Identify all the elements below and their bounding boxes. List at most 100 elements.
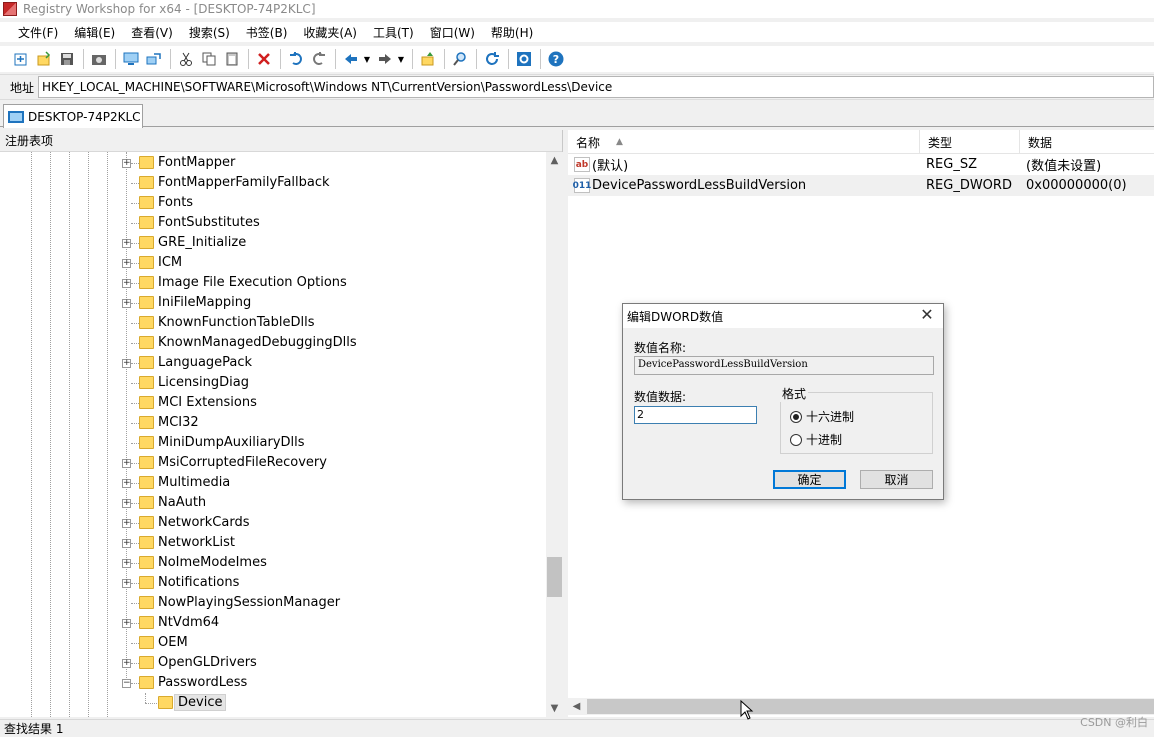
import-icon[interactable]	[33, 48, 55, 70]
expand-icon[interactable]: +	[122, 559, 131, 568]
radio-decimal[interactable]: 十进制	[790, 431, 842, 448]
connect-icon[interactable]	[143, 48, 165, 70]
back-dropdown-icon[interactable]: ▼	[363, 48, 371, 70]
expand-icon[interactable]: +	[122, 519, 131, 528]
cancel-button[interactable]: 取消	[860, 470, 933, 489]
tree-item[interactable]: MiniDumpAuxiliaryDlls	[0, 433, 546, 453]
menu-tools[interactable]: 工具(T)	[365, 24, 422, 41]
delete-icon[interactable]	[253, 48, 275, 70]
paste-icon[interactable]	[221, 48, 243, 70]
scroll-up-icon[interactable]: ▲	[546, 152, 563, 169]
ok-button[interactable]: 确定	[773, 470, 846, 489]
list-item[interactable]: ab (默认) REG_SZ (数值未设置)	[568, 154, 1154, 175]
tree-item[interactable]: KnownManagedDebuggingDlls	[0, 333, 546, 353]
find-icon[interactable]	[449, 48, 471, 70]
tree-item[interactable]: + IniFileMapping	[0, 293, 546, 313]
refresh-icon[interactable]	[481, 48, 503, 70]
list-horizontal-scrollbar[interactable]: ◀	[568, 698, 1154, 715]
tree-connector	[145, 703, 157, 704]
menu-help[interactable]: 帮助(H)	[483, 24, 541, 41]
menu-window[interactable]: 窗口(W)	[422, 24, 483, 41]
tree-item[interactable]: + NtVdm64	[0, 613, 546, 633]
tree-item-label: MCI Extensions	[158, 395, 257, 410]
collapse-icon[interactable]: −	[122, 679, 131, 688]
tree-item[interactable]: + FontMapper	[0, 153, 546, 173]
expand-icon[interactable]: +	[122, 539, 131, 548]
computer-icon[interactable]	[120, 48, 142, 70]
tree-item[interactable]: + NetworkCards	[0, 513, 546, 533]
scroll-down-icon[interactable]: ▼	[546, 700, 563, 717]
tree-item[interactable]: + NetworkList	[0, 533, 546, 553]
radio-hexadecimal[interactable]: 十六进制	[790, 408, 854, 425]
menu-bookmarks[interactable]: 书签(B)	[238, 24, 296, 41]
folder-icon	[139, 256, 154, 269]
expand-icon[interactable]: +	[122, 579, 131, 588]
tree-item[interactable]: + GRE_Initialize	[0, 233, 546, 253]
tree-item[interactable]: NowPlayingSessionManager	[0, 593, 546, 613]
expand-icon[interactable]: +	[122, 619, 131, 628]
tree-vertical-scrollbar[interactable]: ▲ ▼	[546, 152, 563, 717]
tree-item[interactable]: + ICM	[0, 253, 546, 273]
tree-item[interactable]: MCI Extensions	[0, 393, 546, 413]
list-scroll-thumb[interactable]	[587, 699, 1154, 714]
cut-icon[interactable]	[175, 48, 197, 70]
copy-icon[interactable]	[198, 48, 220, 70]
save-icon[interactable]	[56, 48, 78, 70]
menu-favorites[interactable]: 收藏夹(A)	[295, 24, 365, 41]
value-data-input[interactable]: 2	[634, 406, 757, 424]
address-input[interactable]: HKEY_LOCAL_MACHINE\SOFTWARE\Microsoft\Wi…	[38, 76, 1154, 98]
scroll-left-icon[interactable]: ◀	[568, 698, 585, 715]
tree-header: 注册表项	[0, 130, 562, 152]
tree-item[interactable]: + MsiCorruptedFileRecovery	[0, 453, 546, 473]
tree-scroll-thumb[interactable]	[547, 557, 562, 597]
list-item[interactable]: 011 DevicePasswordLessBuildVersion REG_D…	[568, 175, 1154, 196]
close-icon[interactable]: ✕	[919, 307, 935, 323]
new-key-icon[interactable]	[10, 48, 32, 70]
expand-icon[interactable]: +	[122, 239, 131, 248]
menu-search[interactable]: 搜索(S)	[181, 24, 238, 41]
column-header-data[interactable]: 数据	[1020, 130, 1154, 154]
column-header-name[interactable]: 名称 ▲	[568, 130, 920, 154]
expand-icon[interactable]: +	[122, 159, 131, 168]
expand-icon[interactable]: +	[122, 659, 131, 668]
folder-icon	[139, 576, 154, 589]
tree-item[interactable]: − PasswordLess	[0, 673, 546, 693]
forward-dropdown-icon[interactable]: ▼	[397, 48, 405, 70]
forward-icon[interactable]	[374, 48, 396, 70]
expand-icon[interactable]: +	[122, 459, 131, 468]
tree-item[interactable]: FontMapperFamilyFallback	[0, 173, 546, 193]
tree-item[interactable]: KnownFunctionTableDlls	[0, 313, 546, 333]
redo-icon[interactable]	[308, 48, 330, 70]
settings-icon[interactable]	[513, 48, 535, 70]
tree-item[interactable]: LicensingDiag	[0, 373, 546, 393]
column-header-type[interactable]: 类型	[920, 130, 1020, 154]
undo-icon[interactable]	[285, 48, 307, 70]
tree-item[interactable]: MCI32	[0, 413, 546, 433]
help-icon[interactable]: ?	[545, 48, 567, 70]
tree-item[interactable]: Fonts	[0, 193, 546, 213]
tree-item[interactable]: + Multimedia	[0, 473, 546, 493]
tree-item[interactable]: + OpenGLDrivers	[0, 653, 546, 673]
tree-item[interactable]: + Image File Execution Options	[0, 273, 546, 293]
snapshot-icon[interactable]	[88, 48, 110, 70]
expand-icon[interactable]: +	[122, 279, 131, 288]
tree-item[interactable]: OEM	[0, 633, 546, 653]
expand-icon[interactable]: +	[122, 479, 131, 488]
tree-item[interactable]: + NaAuth	[0, 493, 546, 513]
tree-item[interactable]: + LanguagePack	[0, 353, 546, 373]
tree-item-selected[interactable]: Device	[0, 693, 546, 713]
tree-item[interactable]: + Notifications	[0, 573, 546, 593]
menu-view[interactable]: 查看(V)	[123, 24, 181, 41]
back-icon[interactable]	[340, 48, 362, 70]
tree-item[interactable]: FontSubstitutes	[0, 213, 546, 233]
menu-file[interactable]: 文件(F)	[10, 24, 66, 41]
expand-icon[interactable]: +	[122, 259, 131, 268]
expand-icon[interactable]: +	[122, 499, 131, 508]
expand-icon[interactable]: +	[122, 359, 131, 368]
expand-icon[interactable]: +	[122, 299, 131, 308]
up-icon[interactable]	[417, 48, 439, 70]
tree-item[interactable]: + NoImeModeImes	[0, 553, 546, 573]
menu-edit[interactable]: 编辑(E)	[66, 24, 123, 41]
string-value-icon: ab	[574, 157, 590, 172]
tab-computer[interactable]: DESKTOP-74P2KLC	[3, 104, 143, 128]
